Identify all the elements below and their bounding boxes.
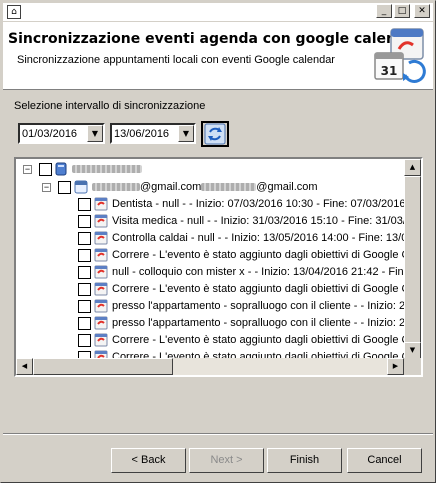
footer-divider bbox=[3, 433, 433, 435]
collapse-icon[interactable]: − bbox=[42, 183, 51, 192]
event-label: Correre - L'evento è stato aggiunto dagl… bbox=[112, 249, 404, 261]
vertical-scroll-thumb[interactable] bbox=[404, 176, 421, 346]
to-date-value: 13/06/2016 bbox=[114, 128, 170, 140]
title-bar[interactable]: ⌂ _ □ ✕ bbox=[3, 3, 433, 21]
event-label: Visita medica - null - - Inizio: 31/03/2… bbox=[112, 215, 404, 227]
maximize-icon[interactable]: □ bbox=[394, 4, 410, 18]
event-icon bbox=[94, 265, 108, 279]
close-icon[interactable]: ✕ bbox=[414, 4, 430, 18]
app-icon[interactable]: ⌂ bbox=[7, 5, 21, 19]
next-button[interactable]: Next > bbox=[189, 448, 264, 473]
calendar-day-number: 31 bbox=[381, 64, 398, 78]
event-icon bbox=[94, 316, 108, 330]
database-icon bbox=[55, 162, 67, 176]
event-label: Controlla caldai - null - - Inizio: 13/0… bbox=[112, 232, 404, 244]
event-checkbox[interactable] bbox=[78, 317, 91, 330]
google-calendar-icon bbox=[74, 180, 88, 194]
event-icon bbox=[94, 299, 108, 313]
event-checkbox[interactable] bbox=[78, 249, 91, 262]
scroll-left-icon[interactable]: ◀ bbox=[16, 358, 33, 375]
horizontal-scrollbar[interactable]: ◀ ▶ bbox=[16, 358, 404, 375]
event-icon bbox=[94, 248, 108, 262]
events-tree[interactable]: − − @gmail.com @gmail.com Dentista - nul… bbox=[14, 157, 423, 377]
event-icon bbox=[94, 197, 108, 211]
scroll-up-icon[interactable]: ▲ bbox=[404, 159, 421, 176]
sync-button[interactable] bbox=[201, 121, 229, 147]
back-button[interactable]: < Back bbox=[111, 448, 186, 473]
cancel-button[interactable]: Cancel bbox=[347, 448, 422, 473]
event-checkbox[interactable] bbox=[78, 300, 91, 313]
wizard-header: Sincronizzazione eventi agenda con googl… bbox=[3, 22, 433, 90]
event-checkbox[interactable] bbox=[78, 232, 91, 245]
from-date-select[interactable]: 01/03/2016 ▼ bbox=[18, 123, 105, 144]
event-checkbox[interactable] bbox=[78, 266, 91, 279]
scrollbar-corner bbox=[404, 358, 421, 375]
finish-button[interactable]: Finish bbox=[267, 448, 342, 473]
calendar-sync-icon: 31 bbox=[374, 28, 426, 83]
event-icon bbox=[94, 214, 108, 228]
event-icon bbox=[94, 231, 108, 245]
scroll-down-icon[interactable]: ▼ bbox=[404, 342, 421, 359]
event-icon bbox=[94, 282, 108, 296]
page-title: Sincronizzazione eventi agenda con googl… bbox=[8, 31, 423, 47]
vertical-scrollbar[interactable]: ▲ ▼ bbox=[404, 159, 421, 359]
redacted-user-2 bbox=[201, 183, 257, 192]
event-label: Dentista - null - - Inizio: 07/03/2016 1… bbox=[112, 198, 404, 210]
minimize-icon[interactable]: _ bbox=[376, 4, 392, 18]
redacted-user bbox=[92, 183, 140, 192]
wizard-window: ⌂ _ □ ✕ Sincronizzazione eventi agenda c… bbox=[0, 0, 436, 483]
chevron-down-icon[interactable]: ▼ bbox=[87, 125, 103, 142]
redacted-root-name bbox=[72, 165, 142, 174]
event-label: null - colloquio con mister x - - Inizio… bbox=[112, 266, 404, 278]
event-checkbox[interactable] bbox=[78, 198, 91, 211]
tree-account-row[interactable]: − @gmail.com @gmail.com bbox=[16, 179, 404, 196]
event-label: Correre - L'evento è stato aggiunto dagl… bbox=[112, 334, 404, 346]
tree-content: − − @gmail.com @gmail.com Dentista - nul… bbox=[16, 159, 404, 359]
tree-root-row[interactable]: − bbox=[16, 161, 404, 178]
from-date-value: 01/03/2016 bbox=[22, 128, 78, 140]
collapse-icon[interactable]: − bbox=[23, 165, 32, 174]
refresh-icon bbox=[204, 123, 226, 145]
event-checkbox[interactable] bbox=[78, 215, 91, 228]
event-icon bbox=[94, 333, 108, 347]
range-label: Selezione intervallo di sincronizzazione bbox=[14, 100, 206, 112]
account-checkbox[interactable] bbox=[58, 181, 71, 194]
chevron-down-icon[interactable]: ▼ bbox=[178, 125, 194, 142]
event-label: Correre - L'evento è stato aggiunto dagl… bbox=[112, 283, 404, 295]
event-checkbox[interactable] bbox=[78, 334, 91, 347]
scroll-right-icon[interactable]: ▶ bbox=[387, 358, 404, 375]
horizontal-scroll-thumb[interactable] bbox=[33, 358, 173, 375]
account-suffix-1: @gmail.com bbox=[140, 181, 202, 193]
event-label: presso l'appartamento - sopralluogo con … bbox=[112, 317, 404, 329]
to-date-select[interactable]: 13/06/2016 ▼ bbox=[110, 123, 196, 144]
account-suffix-2: @gmail.com bbox=[256, 181, 318, 193]
event-checkbox[interactable] bbox=[78, 283, 91, 296]
page-subtitle: Sincronizzazione appuntamenti locali con… bbox=[17, 54, 335, 66]
event-label: presso l'appartamento - sopralluogo con … bbox=[112, 300, 404, 312]
root-checkbox[interactable] bbox=[39, 163, 52, 176]
